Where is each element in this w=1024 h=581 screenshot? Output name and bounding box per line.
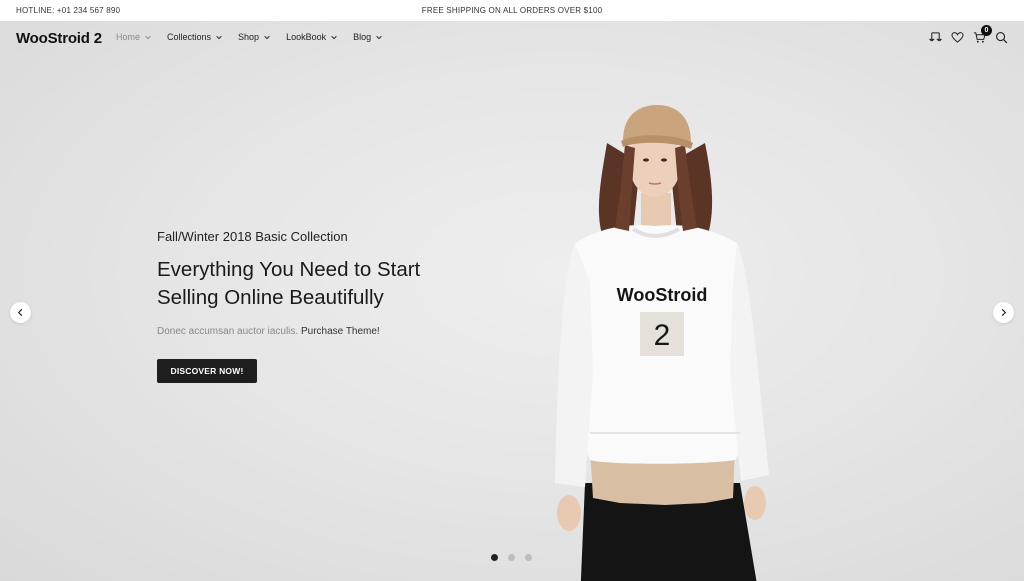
nav-item-shop[interactable]: Shop (238, 32, 271, 42)
discover-now-button[interactable]: DISCOVER NOW! (157, 359, 257, 383)
slider-dot[interactable] (491, 554, 498, 561)
top-bar: HOTLINE: +01 234 567 890 FREE SHIPPING O… (0, 0, 1024, 21)
nav-item-label: Home (116, 32, 141, 42)
free-shipping-notice: FREE SHIPPING ON ALL ORDERS OVER $100 (421, 6, 603, 15)
hero-description-text: Donec accumsan auctor iaculis. (157, 326, 299, 337)
shirt-number-print: 2 (654, 319, 671, 352)
slider-prev-button[interactable] (10, 302, 31, 323)
nav-item-home[interactable]: Home (116, 32, 152, 42)
cart-count-badge: 0 (981, 25, 992, 36)
shirt-brand-print: WooStroid (617, 285, 708, 305)
slider-dot[interactable] (525, 554, 532, 561)
slider-next-button[interactable] (993, 302, 1014, 323)
nav-item-label: Shop (238, 32, 260, 42)
cart-icon[interactable]: 0 (973, 25, 992, 44)
nav-item-blog[interactable]: Blog (353, 32, 383, 42)
chevron-down-icon (216, 35, 222, 40)
purchase-theme-link[interactable]: Purchase Theme! (301, 326, 380, 337)
chevron-down-icon (376, 35, 382, 40)
site-header: WooStroid 2 Home Collections Shop LookBo… (0, 21, 1024, 55)
hero-headline-line-2: Selling Online Beautifully (157, 286, 384, 309)
chevron-down-icon (331, 35, 337, 40)
nav-item-label: Blog (353, 32, 372, 42)
nav-item-lookbook[interactable]: LookBook (286, 32, 338, 42)
chevron-down-icon (145, 35, 151, 40)
search-icon[interactable] (995, 31, 1008, 44)
nav-item-label: Collections (167, 32, 212, 42)
hero-subtitle: Fall/Winter 2018 Basic Collection (157, 229, 348, 244)
slider-dot[interactable] (508, 554, 515, 561)
chevron-left-icon (17, 308, 23, 317)
chevron-down-icon (264, 35, 270, 40)
compare-icon[interactable] (929, 31, 942, 44)
main-nav: Home Collections Shop LookBook Blog (116, 32, 398, 42)
hero-headline-line-1: Everything You Need to Start (157, 258, 421, 281)
hero-headline: Everything You Need to Start Selling Onl… (157, 256, 487, 312)
slider-pagination (491, 554, 532, 561)
hero-model-image: WooStroid 2 (555, 105, 769, 581)
nav-item-collections[interactable]: Collections (167, 32, 223, 42)
nav-item-label: LookBook (286, 32, 327, 42)
site-logo[interactable]: WooStroid 2 (16, 30, 102, 47)
chevron-right-icon (1001, 308, 1007, 317)
header-actions: 0 (929, 25, 1008, 44)
heart-icon[interactable] (951, 31, 964, 44)
hero-description: Donec accumsan auctor iaculis. Purchase … (157, 326, 380, 337)
hero-slider: WooStroid 2 (0, 21, 1024, 581)
